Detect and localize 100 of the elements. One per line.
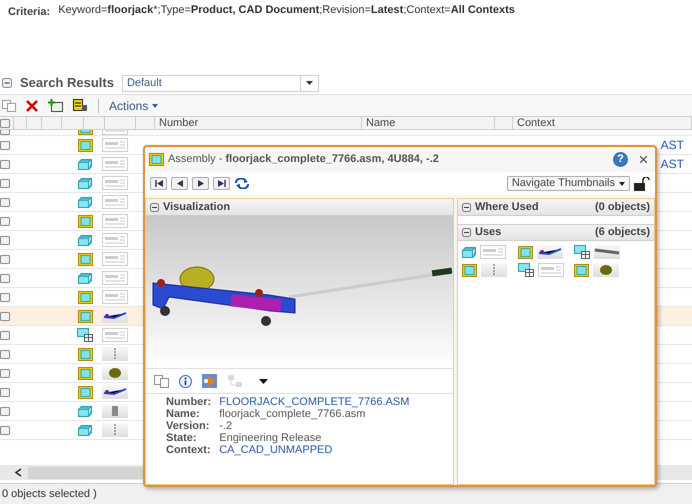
last-icon xyxy=(218,180,226,187)
field-link[interactable]: CA_CAD_UNMAPPED xyxy=(219,444,433,456)
context-link[interactable]: AST xyxy=(660,155,684,173)
column-header[interactable]: Name xyxy=(362,117,495,129)
field-label: Name: xyxy=(166,408,201,420)
row-checkbox[interactable] xyxy=(0,406,10,416)
jack-thumbnail xyxy=(102,309,128,323)
part-icon xyxy=(78,272,92,284)
panel-title: Visualization xyxy=(163,200,230,215)
row-checkbox[interactable] xyxy=(0,236,10,244)
assembly-icon xyxy=(78,348,92,360)
assembly-icon xyxy=(78,138,92,152)
part-icon xyxy=(78,406,92,416)
panel-title: Uses xyxy=(475,225,502,240)
scroll-left-icon[interactable] xyxy=(14,468,22,477)
gear-thumbnail xyxy=(102,366,128,380)
next-button[interactable] xyxy=(192,177,209,190)
row-checkbox[interactable] xyxy=(0,254,10,264)
viewer-icon[interactable] xyxy=(202,374,217,388)
row-checkbox[interactable] xyxy=(0,178,10,188)
actions-menu[interactable]: Actions xyxy=(109,96,158,114)
jack-thumbnail xyxy=(102,385,128,399)
status-text: 0 objects selected ) xyxy=(1,486,97,502)
refresh-icon[interactable] xyxy=(234,178,250,189)
view-dropdown[interactable]: Default xyxy=(122,74,319,92)
collapse-icon[interactable] xyxy=(462,228,471,237)
section-title: Search Results xyxy=(20,74,114,92)
assembly-icon xyxy=(78,386,92,398)
column-header[interactable]: Number xyxy=(155,117,362,129)
part-table-icon xyxy=(518,263,534,277)
caret-icon xyxy=(152,104,158,108)
field-label: Number: xyxy=(166,396,212,408)
previous-button[interactable] xyxy=(171,177,188,190)
assembly-icon xyxy=(78,214,92,228)
row-checkbox[interactable] xyxy=(0,388,10,396)
caret-icon xyxy=(619,182,625,186)
object-count: (6 objects) xyxy=(594,225,650,240)
info-icon[interactable] xyxy=(179,374,192,388)
collapse-icon[interactable] xyxy=(150,202,159,212)
criteria-label: Criteria: xyxy=(8,5,50,20)
row-checkbox[interactable] xyxy=(0,292,10,302)
gear-thumbnail xyxy=(593,263,619,277)
row-checkbox[interactable] xyxy=(0,198,10,206)
part-table-icon xyxy=(77,328,93,342)
row-checkbox[interactable] xyxy=(0,350,10,358)
help-button[interactable]: ? xyxy=(613,152,628,167)
drawing-thumbnail xyxy=(538,263,564,277)
drawing-thumbnail xyxy=(480,245,506,259)
field-label: State: xyxy=(166,432,198,444)
field-value: -.2 xyxy=(219,420,234,432)
part-icon xyxy=(78,424,92,436)
criteria-text: Keyword=floorjack*;Type=Product, CAD Document;Revision=Latest;Context=All Contexts xyxy=(58,4,516,17)
drawing-thumbnail xyxy=(102,176,128,190)
column-header[interactable]: Context xyxy=(513,117,692,129)
part-icon xyxy=(78,196,92,208)
row-checkbox[interactable] xyxy=(0,330,10,340)
panel-title: Where Used xyxy=(475,200,539,215)
row-checkbox[interactable] xyxy=(0,312,10,320)
row-checkbox[interactable] xyxy=(0,368,10,378)
table-icon[interactable] xyxy=(73,99,88,112)
add-icon[interactable] xyxy=(48,99,63,112)
rod-thumbnail xyxy=(102,347,128,361)
delete-icon[interactable] xyxy=(26,100,38,112)
row-checkbox[interactable] xyxy=(0,274,10,282)
previous-icon xyxy=(176,180,182,187)
drawing-thumbnail xyxy=(102,157,128,171)
collapse-icon[interactable] xyxy=(462,202,471,212)
context-link[interactable]: AST xyxy=(660,136,684,154)
next-icon xyxy=(198,180,204,187)
object-count: (0 objects) xyxy=(594,200,650,215)
drawing-thumbnail xyxy=(102,233,128,247)
drawing-thumbnail xyxy=(102,214,128,228)
drawing-thumbnail xyxy=(102,328,128,342)
caret-icon[interactable] xyxy=(259,378,268,384)
copy-icon[interactable] xyxy=(2,100,16,112)
copy-icon[interactable] xyxy=(154,374,169,388)
navigate-dropdown[interactable]: Navigate Thumbnails xyxy=(506,176,630,191)
assembly-icon xyxy=(518,246,533,258)
rod-thumbnail xyxy=(481,263,507,277)
field-label: Context: xyxy=(166,444,212,456)
last-button[interactable] xyxy=(213,177,230,190)
row-checkbox[interactable] xyxy=(0,160,10,168)
assembly-icon xyxy=(78,310,92,322)
row-checkbox[interactable] xyxy=(0,140,10,150)
unlock-icon[interactable] xyxy=(634,176,650,190)
collapse-icon[interactable] xyxy=(2,78,12,88)
row-checkbox[interactable] xyxy=(0,426,10,434)
cylinder-thumbnail xyxy=(102,404,128,418)
part-icon xyxy=(78,234,92,246)
select-all-checkbox[interactable] xyxy=(0,118,10,128)
field-link[interactable]: FLOORJACK_COMPLETE_7766.ASM xyxy=(219,396,433,408)
assembly-icon xyxy=(78,366,92,380)
first-button[interactable] xyxy=(150,177,167,190)
bar-thumbnail xyxy=(594,245,620,259)
row-checkbox[interactable] xyxy=(0,216,10,226)
field-value: floorjack_complete_7766.asm xyxy=(219,408,366,420)
drawing-thumbnail xyxy=(102,195,128,209)
drawing-thumbnail xyxy=(102,138,128,152)
close-icon[interactable] xyxy=(640,156,647,163)
caret-icon xyxy=(306,81,313,85)
